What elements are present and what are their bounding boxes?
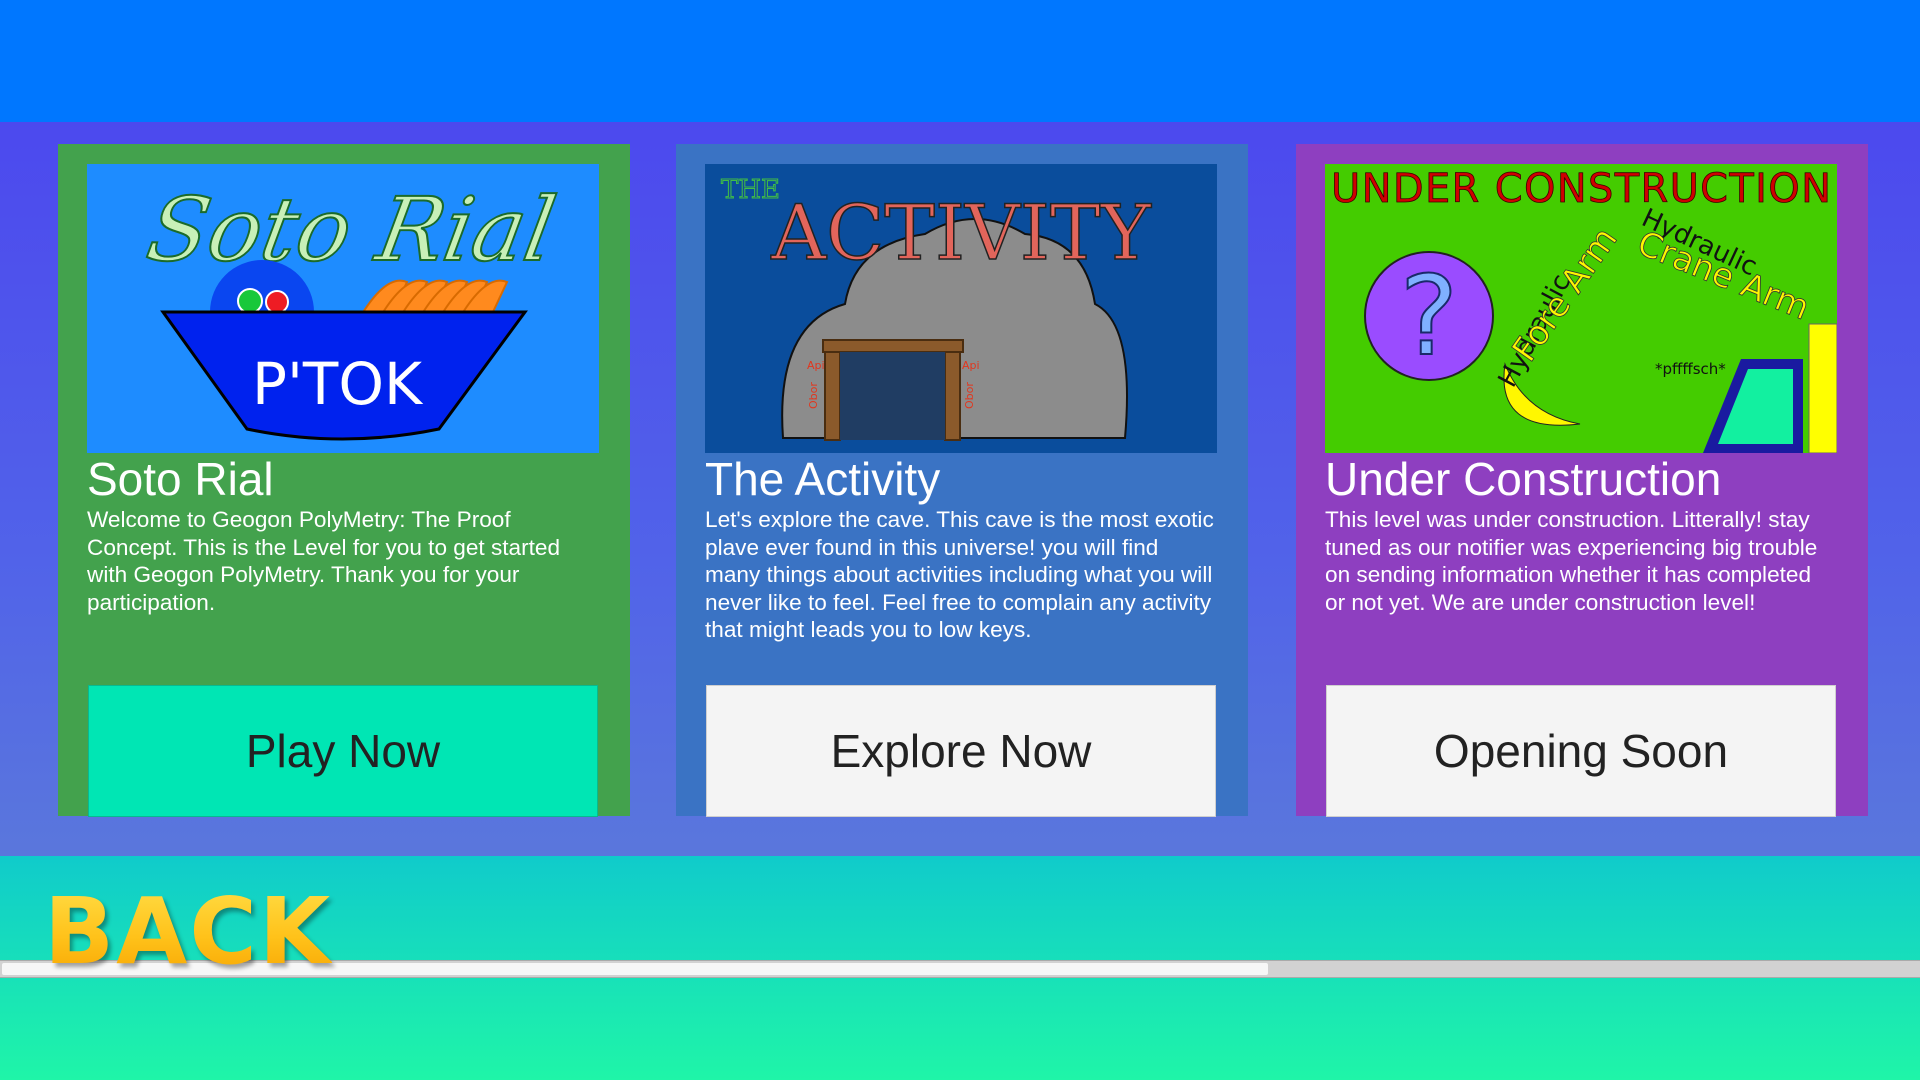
level-title: The Activity (705, 453, 941, 505)
level-card-soto-rial: Soto Rial P'TOK Soto Rial Welcome to Geo… (58, 144, 630, 817)
level-thumbnail-the-activity: Api Api Obor Obor THE ACTIVITY (705, 164, 1217, 453)
thumb-question: ? (1400, 252, 1458, 380)
thumb-sign-right-side: Obor (963, 382, 976, 409)
level-thumbnail-under-construction: UNDER CONSTRUCTION ? Hydraulic Fore Arm … (1325, 164, 1837, 453)
thumb-sign-left-top: Api (807, 359, 825, 372)
level-thumbnail-soto-rial: Soto Rial P'TOK (87, 164, 599, 453)
level-card-under-construction: UNDER CONSTRUCTION ? Hydraulic Fore Arm … (1296, 144, 1868, 817)
thumb-sign-right-top: Api (962, 359, 980, 372)
level-title: Soto Rial (87, 453, 274, 505)
opening-soon-button[interactable]: Opening Soon (1326, 685, 1836, 817)
top-bar (0, 0, 1920, 122)
thumb-bowl-text: P'TOK (252, 350, 424, 418)
level-description: Let's explore the cave. This cave is the… (705, 507, 1214, 643)
explore-now-button[interactable]: Explore Now (706, 685, 1216, 817)
play-now-button[interactable]: Play Now (88, 685, 598, 817)
thumb-banner: UNDER CONSTRUCTION (1331, 166, 1831, 212)
thumb-big-title: ACTIVITY (770, 188, 1151, 277)
level-card-the-activity: Api Api Obor Obor THE ACTIVITY The Activ… (676, 144, 1248, 817)
thumb-sign-left-side: Obor (807, 382, 820, 409)
back-button[interactable]: BACK (44, 878, 332, 985)
level-description: This level was under construction. Litte… (1325, 507, 1818, 615)
level-title: Under Construction (1325, 453, 1722, 505)
thumb-sound: *pffffsch* (1655, 360, 1726, 378)
level-scroll-panel[interactable]: Soto Rial P'TOK Soto Rial Welcome to Geo… (0, 122, 1920, 978)
thumb-logo-text: Soto Rial (140, 179, 563, 281)
level-description: Welcome to Geogon PolyMetry: The Proof C… (87, 507, 561, 615)
